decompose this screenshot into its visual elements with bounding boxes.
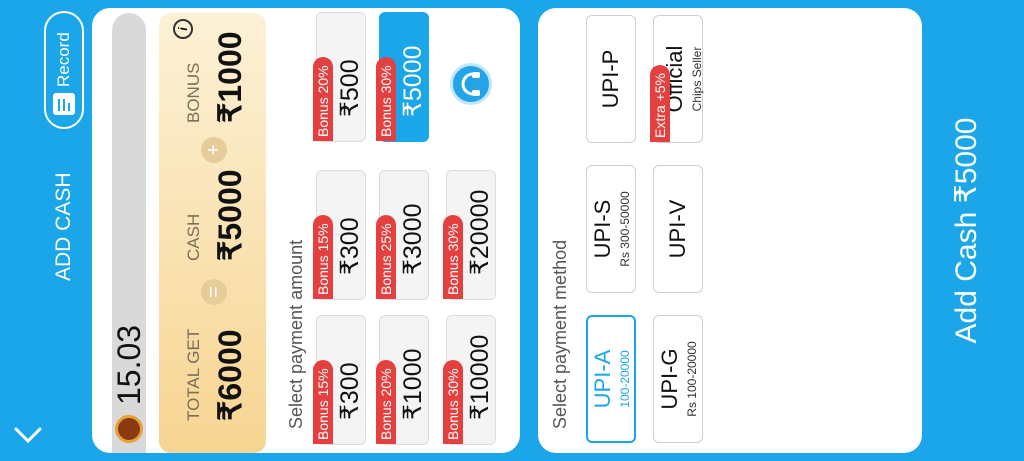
equals-icon: = [201, 279, 227, 305]
total-get-value: ₹6000 [212, 329, 248, 421]
amount-section-label: Select payment amount [286, 239, 306, 429]
bonus-badge: Bonus 25% [376, 215, 396, 299]
bonus-badge: Bonus 30% [376, 57, 396, 141]
summary-card: TOTAL GET ₹6000 = CASH ₹5000 + BONUS ₹10… [159, 13, 266, 453]
bonus-badge: Bonus 20% [376, 360, 396, 444]
amount-value: ₹300 [336, 362, 364, 420]
amount-option[interactable]: Bonus 20% ₹500 [313, 12, 366, 142]
chevron-left-icon [14, 427, 42, 444]
method-name: UPI-G [657, 348, 682, 410]
page-title: ADD CASH [52, 172, 75, 281]
method-upi-p[interactable]: UPI-P [586, 15, 636, 143]
method-upi-s[interactable]: UPI-S Rs 300-50000 [586, 165, 636, 293]
amount-option[interactable]: Bonus 25% ₹3000 [376, 170, 429, 300]
amount-value: ₹300 [336, 217, 364, 275]
extra-badge: Extra +5% [650, 65, 670, 142]
back-button[interactable] [10, 417, 46, 453]
method-name: UPI-S [590, 199, 615, 259]
method-range: Rs 100-20000 [685, 341, 699, 417]
amount-value: ₹10000 [466, 334, 494, 420]
amount-option-selected[interactable]: Bonus 30% ₹5000 [376, 12, 429, 142]
method-name: UPI-A [590, 349, 615, 409]
amount-option[interactable]: Bonus 30% ₹20000 [443, 170, 496, 300]
method-range: 100-20000 [618, 350, 632, 408]
cash-value: ₹5000 [212, 169, 248, 261]
method-name: UPI-P [598, 49, 623, 109]
method-range: Rs 300-50000 [618, 191, 632, 267]
bonus-value: ₹1000 [212, 31, 248, 123]
bonus-badge: Bonus 30% [443, 215, 463, 299]
amount-panel: 15.03 TOTAL GET ₹6000 = CASH ₹5000 + BON… [92, 8, 520, 453]
method-upi-g[interactable]: UPI-G Rs 100-20000 [653, 315, 703, 443]
plus-icon: + [201, 137, 227, 163]
amount-option[interactable]: Bonus 15% ₹300 [313, 315, 366, 445]
method-upi-v[interactable]: UPI-V [653, 165, 703, 293]
add-cash-screen: ADD CASH Record 15.03 TOTAL GET ₹6000 = … [0, 0, 1024, 461]
amount-value: ₹500 [336, 59, 364, 117]
bonus-badge: Bonus 15% [313, 360, 333, 444]
amount-option[interactable]: Bonus 20% ₹1000 [376, 315, 429, 445]
bonus-badge: Bonus 30% [443, 360, 463, 444]
coin-icon [115, 415, 143, 443]
method-range: Chips Seller [690, 46, 704, 112]
cash-label: CASH [184, 213, 203, 261]
add-cash-label: Add Cash ₹5000 [949, 117, 983, 344]
method-official-seller[interactable]: Extra +5% Official Chips Seller [650, 15, 704, 143]
balance-bar: 15.03 [111, 13, 147, 453]
bonus-badge: Bonus 20% [313, 57, 333, 141]
total-get-label: TOTAL GET [184, 328, 203, 421]
record-button[interactable]: Record [44, 11, 84, 129]
bonus-badge: Bonus 15% [313, 215, 333, 299]
amount-value: ₹3000 [399, 203, 427, 275]
amount-option[interactable]: Bonus 15% ₹300 [313, 170, 366, 300]
amount-value: ₹5000 [399, 45, 427, 117]
add-cash-button[interactable]: Add Cash ₹5000 [938, 8, 994, 453]
customer-support-icon[interactable] [450, 63, 492, 105]
amount-option[interactable]: Bonus 30% ₹10000 [443, 315, 496, 445]
info-icon[interactable]: i [173, 19, 193, 39]
record-icon [53, 93, 75, 115]
bonus-label: BONUS [184, 62, 203, 123]
balance-value: 15.03 [111, 324, 147, 405]
method-panel: Select payment method UPI-A 100-20000 UP… [538, 8, 922, 453]
amount-value: ₹20000 [466, 189, 494, 275]
amount-value: ₹1000 [399, 348, 427, 420]
record-label: Record [54, 32, 73, 87]
method-name: UPI-V [665, 199, 690, 259]
method-section-label: Select payment method [550, 239, 570, 429]
method-upi-a[interactable]: UPI-A 100-20000 [586, 315, 636, 443]
headset-icon [461, 72, 480, 96]
